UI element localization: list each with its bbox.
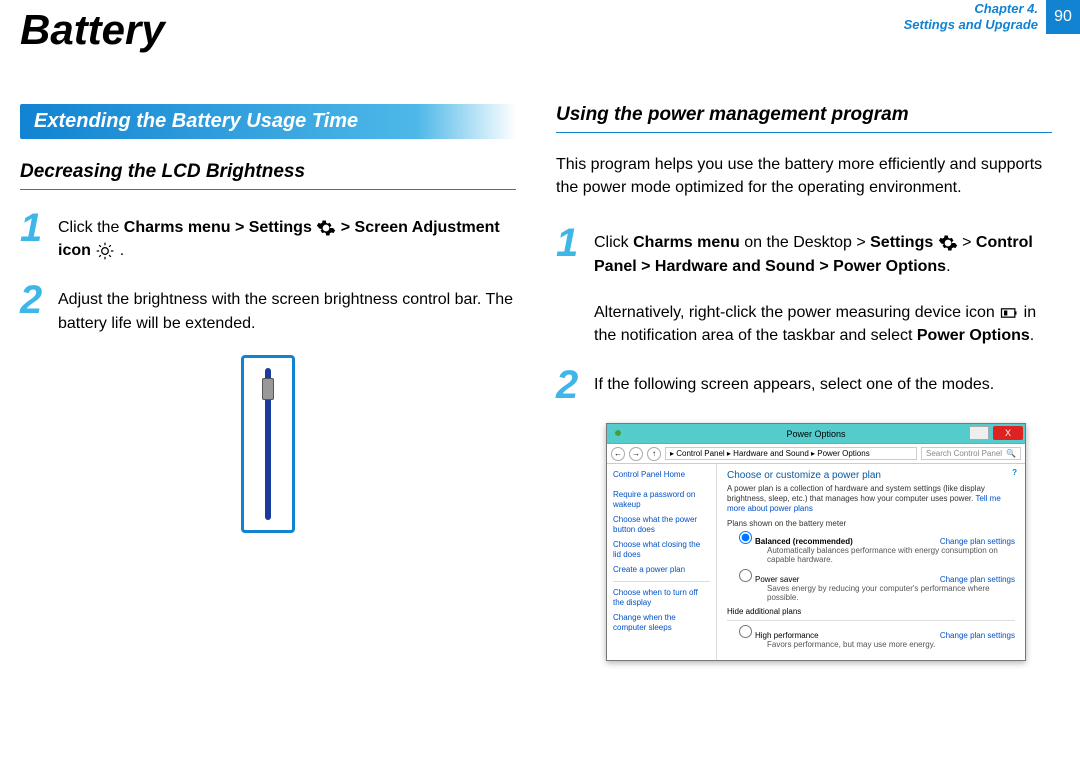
step-2-left: 2 Adjust the brightness with the screen … xyxy=(20,282,516,334)
plan-radio[interactable] xyxy=(739,625,752,638)
window-titlebar: Power Options X xyxy=(607,424,1025,444)
step-1-left: 1 Click the Charms menu > Settings > Scr… xyxy=(20,210,516,262)
sidebar-link[interactable]: Choose when to turn off the display xyxy=(613,588,710,607)
sidebar-link[interactable]: Choose what the power button does xyxy=(613,515,710,534)
chapter-line1: Chapter 4. xyxy=(904,1,1038,17)
step-number: 1 xyxy=(20,210,46,246)
up-button[interactable]: ↑ xyxy=(647,447,661,461)
page-title: Battery xyxy=(20,6,165,54)
breadcrumb[interactable]: ▸ Control Panel ▸ Hardware and Sound ▸ P… xyxy=(665,447,917,460)
hide-plans-link[interactable]: Hide additional plans xyxy=(727,607,1015,616)
sidebar-home[interactable]: Control Panel Home xyxy=(613,470,710,480)
pane-heading: Choose or customize a power plan xyxy=(727,470,1015,481)
step-2-right: 2 If the following screen appears, selec… xyxy=(556,367,1052,403)
left-column: Extending the Battery Usage Time Decreas… xyxy=(20,104,516,661)
window-title: Power Options xyxy=(786,429,845,439)
section-heading: Extending the Battery Usage Time xyxy=(20,104,516,139)
pane-desc: A power plan is a collection of hardware… xyxy=(727,484,1015,513)
change-plan-link[interactable]: Change plan settings xyxy=(940,537,1015,546)
change-plan-link[interactable]: Change plan settings xyxy=(940,631,1015,640)
sidebar-link[interactable]: Change when the computer sleeps xyxy=(613,613,710,632)
step-number: 1 xyxy=(556,225,582,261)
subheading-lcd: Decreasing the LCD Brightness xyxy=(20,161,516,190)
minimize-button[interactable] xyxy=(969,426,989,440)
back-button[interactable]: ← xyxy=(611,447,625,461)
main-pane: ? Choose or customize a power plan A pow… xyxy=(717,464,1025,660)
change-plan-link[interactable]: Change plan settings xyxy=(940,575,1015,584)
search-input[interactable]: Search Control Panel🔍 xyxy=(921,447,1021,460)
plan-radio[interactable] xyxy=(739,531,752,544)
step-number: 2 xyxy=(20,282,46,318)
chapter-box: Chapter 4. Settings and Upgrade 90 xyxy=(904,0,1080,34)
plan-balanced[interactable]: Balanced (recommended) xyxy=(739,531,853,546)
right-column: Using the power management program This … xyxy=(556,104,1052,661)
app-icon xyxy=(613,428,623,438)
step-number: 2 xyxy=(556,367,582,403)
battery-device-icon xyxy=(999,303,1019,323)
search-icon: 🔍 xyxy=(1006,449,1016,458)
gear-icon xyxy=(316,218,336,238)
plan-saver[interactable]: Power saver xyxy=(739,569,799,584)
sidebar-link[interactable]: Choose what closing the lid does xyxy=(613,540,710,559)
page-number: 90 xyxy=(1046,0,1080,34)
close-button[interactable]: X xyxy=(993,426,1023,440)
sub-heading: Plans shown on the battery meter xyxy=(727,519,1015,528)
plan-high[interactable]: High performance xyxy=(739,625,819,640)
gear-icon xyxy=(938,233,958,253)
intro-text: This program helps you use the battery m… xyxy=(556,153,1052,199)
help-icon[interactable]: ? xyxy=(1012,468,1017,477)
slider-thumb[interactable] xyxy=(262,378,274,400)
brightness-slider[interactable] xyxy=(241,355,295,533)
plan-radio[interactable] xyxy=(739,569,752,582)
subheading-power: Using the power management program xyxy=(556,104,1052,133)
chapter-line2: Settings and Upgrade xyxy=(904,17,1038,33)
nav-bar: ← → ↑ ▸ Control Panel ▸ Hardware and Sou… xyxy=(607,444,1025,464)
step-1-right: 1 Click Charms menu on the Desktop > Set… xyxy=(556,225,1052,347)
sidebar: Control Panel Home Require a password on… xyxy=(607,464,717,660)
forward-button[interactable]: → xyxy=(629,447,643,461)
sidebar-link[interactable]: Require a password on wakeup xyxy=(613,490,710,509)
brightness-icon xyxy=(95,241,115,261)
power-options-screenshot: Power Options X ← → ↑ ▸ Control Panel ▸ … xyxy=(606,423,1026,661)
sidebar-link[interactable]: Create a power plan xyxy=(613,565,710,575)
